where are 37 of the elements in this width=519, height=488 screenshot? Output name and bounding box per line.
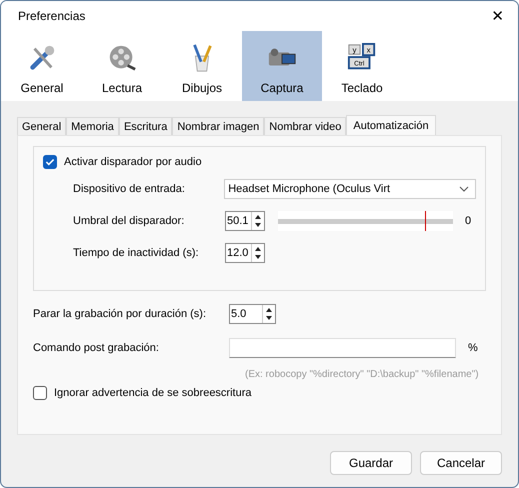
dialog-button[interactable]: Cancelar: [420, 451, 502, 475]
hint-text: (Ex: robocopy "%directory" "D:\backup" "%filename"): [245, 369, 480, 380]
tab[interactable]: Automatización: [346, 115, 436, 135]
category-tab[interactable]: Lectura: [82, 31, 162, 101]
command-field[interactable]: [229, 338, 456, 358]
field-label: Dispositivo de entrada:: [73, 183, 186, 195]
film-reel-icon: [107, 43, 137, 73]
field-suffix: %: [468, 342, 478, 354]
close-button[interactable]: ✕: [485, 7, 510, 25]
field-label: Parar la grabación por duración (s):: [33, 308, 208, 320]
window-title: Preferencias: [18, 9, 86, 23]
field-label: Comando post grabación:: [33, 342, 160, 354]
category-tab[interactable]: Captura: [242, 31, 322, 101]
dialog-button[interactable]: Guardar: [330, 451, 412, 475]
category-tab[interactable]: Dibujos: [162, 31, 242, 101]
category-tab[interactable]: General: [2, 31, 82, 101]
spin-arrows-icon[interactable]: [251, 244, 264, 262]
tab[interactable]: Escritura: [118, 117, 172, 135]
tab[interactable]: Memoria: [66, 117, 119, 135]
checkbox-label: Ignorar advertencia de se sobreescritura: [54, 387, 252, 399]
checkbox[interactable]: [33, 386, 47, 400]
spin-field[interactable]: 12.0: [225, 243, 265, 263]
tab[interactable]: General: [17, 117, 66, 135]
spin-arrows-icon[interactable]: [251, 212, 264, 230]
level-reading: 0: [465, 215, 472, 227]
field-label: Umbral del disparador:: [73, 215, 186, 227]
checkbox-label: Activar disparador por audio: [64, 156, 202, 168]
spin-field[interactable]: 50.1: [225, 211, 265, 231]
chevron-down-icon: [459, 186, 469, 192]
device-dropdown[interactable]: Headset Microphone (Oculus Virt: [224, 179, 476, 199]
spin-field[interactable]: 5.0: [229, 304, 276, 324]
check-icon: [44, 156, 56, 168]
tab[interactable]: Nombrar video: [264, 117, 346, 135]
field-label: Tiempo de inactividad (s):: [73, 247, 200, 259]
spin-arrows-icon[interactable]: [262, 305, 275, 323]
tab[interactable]: Nombrar imagen: [172, 117, 264, 135]
checkbox[interactable]: [43, 155, 57, 169]
